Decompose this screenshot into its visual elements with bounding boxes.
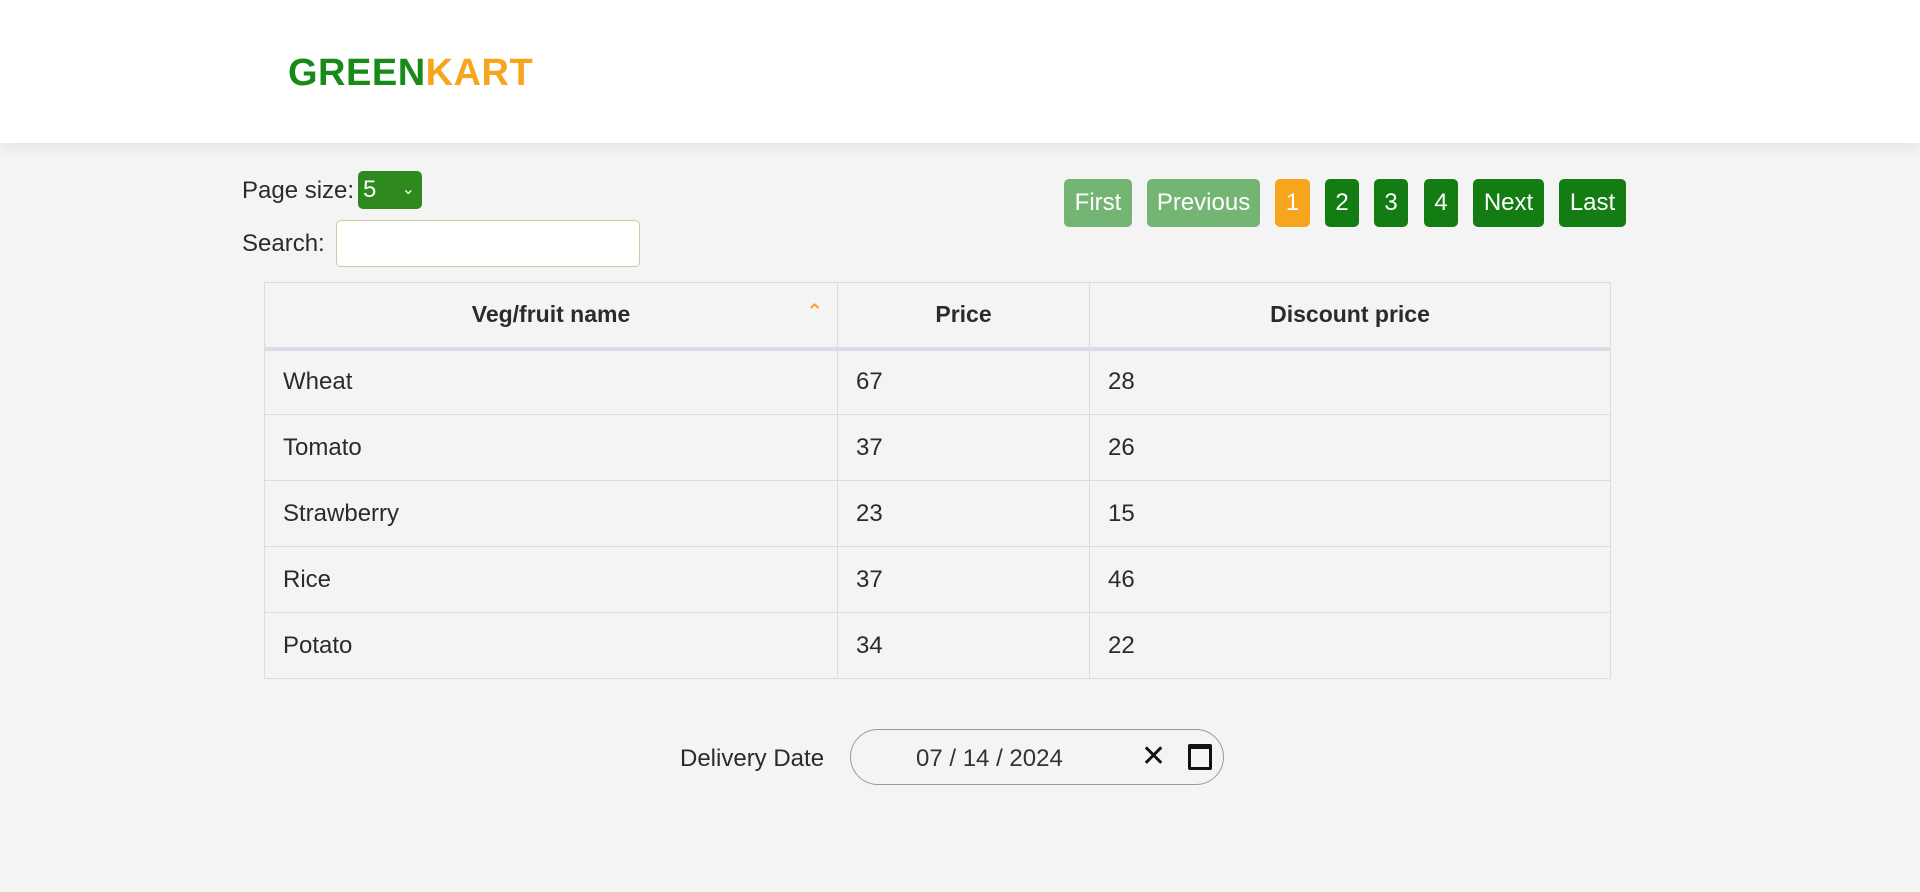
page-size-select[interactable]: 5 ⌄ [358,171,422,209]
table-row: Rice 37 46 [264,546,1611,613]
cell-name: Wheat [264,348,838,415]
cell-name: Potato [264,612,838,679]
calendar-icon[interactable] [1188,744,1212,770]
cell-price: 23 [837,480,1090,547]
cell-price: 37 [837,546,1090,613]
last-page-button[interactable]: Last [1559,179,1626,227]
close-icon[interactable]: ✕ [1141,742,1166,772]
column-header-discount[interactable]: Discount price [1089,282,1611,351]
cell-name: Strawberry [264,480,838,547]
column-header-price[interactable]: Price [837,282,1090,351]
brand-logo: GREENKART [288,52,534,94]
table-row: Tomato 37 26 [264,414,1611,481]
chevron-up-icon: ⌃ [806,301,823,323]
delivery-date-value[interactable]: 07 / 14 / 2024 [916,745,1063,773]
cell-price: 37 [837,414,1090,481]
products-table: Veg/fruit name ⌃ Price Discount price Wh… [264,282,1611,679]
cell-name: Tomato [264,414,838,481]
chevron-down-icon: ⌄ [401,181,415,198]
cell-discount: 28 [1089,348,1611,415]
table-row: Wheat 67 28 [264,348,1611,415]
cell-discount: 46 [1089,546,1611,613]
site-header: GREENKART [0,0,1920,143]
cell-discount: 15 [1089,480,1611,547]
search-label: Search: [242,230,325,257]
previous-page-button[interactable]: Previous [1147,179,1260,227]
first-page-button[interactable]: First [1064,179,1132,227]
table-row: Potato 34 22 [264,612,1611,679]
cell-price: 34 [837,612,1090,679]
next-page-button[interactable]: Next [1473,179,1544,227]
table-row: Strawberry 23 15 [264,480,1611,547]
page-size-label: Page size: [242,177,355,204]
cell-discount: 26 [1089,414,1611,481]
page-button-4[interactable]: 4 [1424,179,1458,227]
cell-name: Rice [264,546,838,613]
page-button-3[interactable]: 3 [1374,179,1408,227]
table-header-row: Veg/fruit name ⌃ Price Discount price [264,282,1611,351]
page-button-1[interactable]: 1 [1275,179,1310,227]
delivery-date-picker[interactable]: 07 / 14 / 2024 ✕ [850,729,1224,785]
search-input[interactable] [336,220,640,267]
delivery-date-label: Delivery Date [680,745,825,772]
page-button-2[interactable]: 2 [1325,179,1359,227]
cell-discount: 22 [1089,612,1611,679]
page-size-value: 5 [363,176,377,203]
cell-price: 67 [837,348,1090,415]
column-header-name[interactable]: Veg/fruit name ⌃ [264,282,838,351]
